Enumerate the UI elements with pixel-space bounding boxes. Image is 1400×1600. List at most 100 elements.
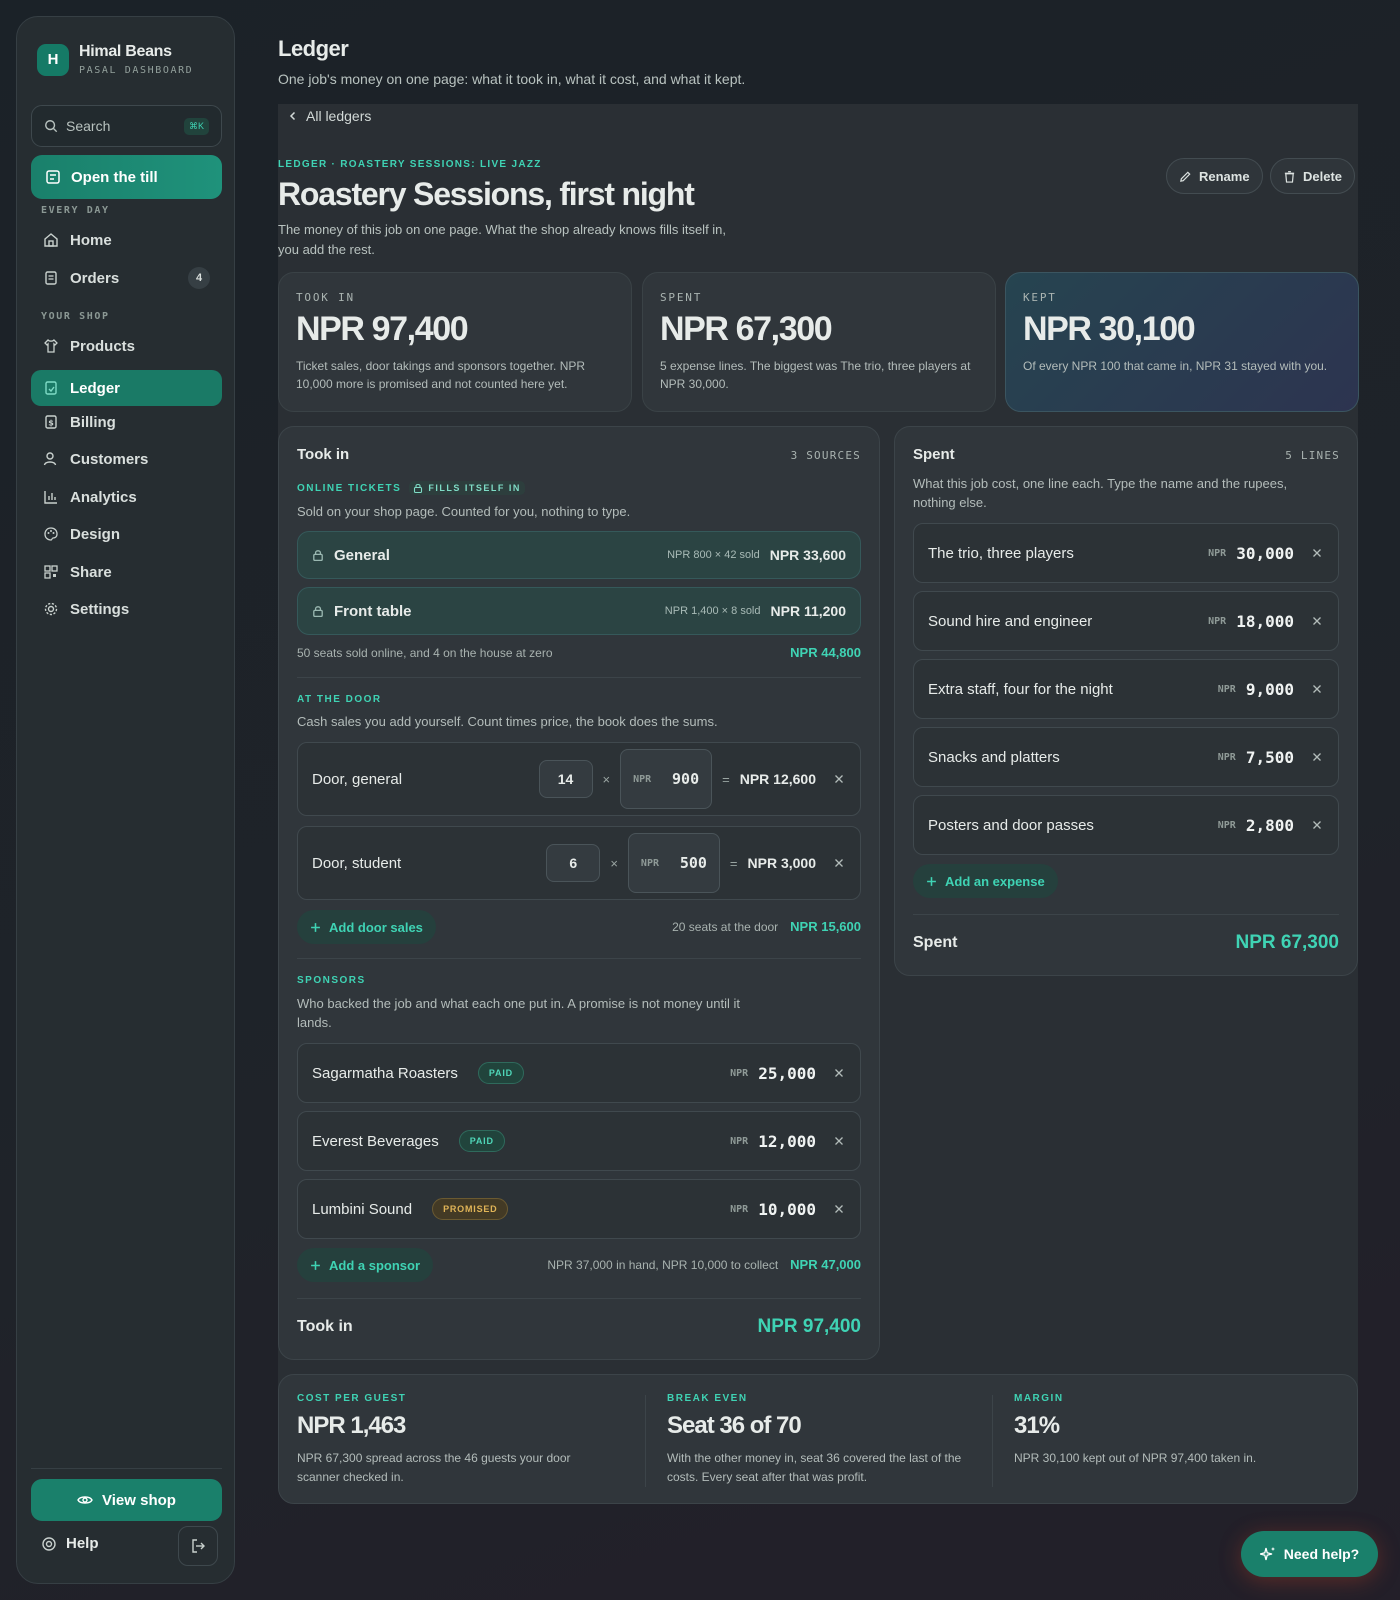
expense-row: Snacks and platters NPR 7,500	[913, 727, 1339, 787]
quantity-input[interactable]: 14	[538, 760, 593, 798]
sidebar-item-label: Orders	[70, 269, 120, 287]
price-input[interactable]: NPR 500	[627, 833, 720, 893]
brand[interactable]: H Himal Beans PASAL DASHBOARD	[37, 43, 193, 76]
sidebar-item-analytics[interactable]: Analytics	[31, 479, 222, 515]
currency-label: NPR	[1217, 683, 1236, 695]
back-link[interactable]: All ledgers	[288, 108, 371, 124]
remove-row-button[interactable]	[834, 1136, 846, 1146]
sidebar-item-products[interactable]: Products	[31, 328, 222, 364]
help-link[interactable]: Help	[41, 1535, 99, 1552]
ticket-row-front-table: Front table NPR 1,400 × 8 sold NPR 11,20…	[297, 587, 861, 635]
took-in-count: 3 SOURCES	[790, 449, 861, 462]
sponsor-name[interactable]: Lumbini Sound	[312, 1201, 412, 1218]
search-shortcut: ⌘K	[183, 117, 209, 135]
home-icon	[44, 233, 58, 247]
currency-label: NPR	[1208, 615, 1227, 627]
sponsor-amount[interactable]: 25,000	[758, 1064, 816, 1083]
add-sponsor-button[interactable]: Add a sponsor	[297, 1248, 434, 1282]
door-row-general: Door, general 14 × NPR 900 = NPR 12,600	[297, 742, 861, 816]
remove-row-button[interactable]	[1312, 820, 1324, 830]
brand-name: Himal Beans	[79, 43, 172, 60]
search-icon	[45, 120, 58, 133]
expense-amount[interactable]: 2,800	[1246, 816, 1294, 835]
quantity-input[interactable]: 6	[546, 844, 601, 882]
logout-button[interactable]	[178, 1526, 218, 1566]
open-till-button[interactable]: Open the till	[31, 155, 222, 199]
sidebar-item-settings[interactable]: Settings	[31, 591, 222, 627]
status-badge[interactable]: PAID	[477, 1062, 524, 1084]
register-icon	[46, 170, 60, 184]
status-badge[interactable]: PROMISED	[432, 1198, 509, 1220]
close-icon	[835, 775, 843, 783]
sidebar-item-billing[interactable]: $ Billing	[31, 404, 222, 440]
expense-name[interactable]: Posters and door passes	[928, 817, 1094, 834]
rename-label: Rename	[1199, 168, 1250, 184]
expense-name[interactable]: Extra staff, four for the night	[928, 681, 1113, 698]
sponsor-name[interactable]: Everest Beverages	[312, 1133, 439, 1150]
expense-row: Extra staff, four for the night NPR 9,00…	[913, 659, 1339, 719]
status-badge[interactable]: PAID	[458, 1130, 505, 1152]
rename-button[interactable]: Rename	[1166, 158, 1263, 194]
search-placeholder: Search	[66, 118, 111, 134]
ticket-calc: NPR 800 × 42 sold	[667, 549, 760, 561]
delete-button[interactable]: Delete	[1270, 158, 1356, 194]
door-row-name[interactable]: Door, student	[312, 855, 401, 872]
orders-count-badge: 4	[188, 267, 210, 289]
sidebar-item-home[interactable]: Home	[31, 222, 222, 258]
billing-icon: $	[45, 415, 57, 429]
expense-name[interactable]: Snacks and platters	[928, 749, 1060, 766]
door-row-total: NPR 12,600	[739, 771, 816, 787]
expense-amount[interactable]: 18,000	[1236, 612, 1294, 631]
close-icon	[835, 1205, 843, 1213]
add-door-sales-button[interactable]: Add door sales	[297, 910, 436, 944]
door-row-name[interactable]: Door, general	[312, 771, 402, 788]
remove-row-button[interactable]	[834, 1068, 846, 1078]
open-till-label: Open the till	[71, 168, 158, 186]
expense-name[interactable]: The trio, three players	[928, 545, 1074, 562]
equals-sign: =	[722, 771, 730, 787]
door-total: NPR 15,600	[790, 919, 861, 934]
fills-itself-tag: FILLS ITSELF IN	[409, 481, 525, 495]
stat-value: NPR 67,300	[660, 310, 833, 348]
add-expense-button[interactable]: Add an expense	[913, 864, 1058, 898]
remove-row-button[interactable]	[1312, 548, 1324, 558]
sidebar-item-label: Ledger	[70, 379, 121, 397]
remove-row-button[interactable]	[1312, 616, 1324, 626]
metric-label: BREAK EVEN	[667, 1393, 748, 1404]
expense-amount[interactable]: 30,000	[1236, 544, 1294, 563]
lock-icon	[313, 606, 323, 617]
expense-amount[interactable]: 9,000	[1246, 680, 1294, 699]
sidebar-item-ledger[interactable]: Ledger	[31, 370, 222, 406]
remove-row-button[interactable]	[1312, 684, 1324, 694]
price-input[interactable]: NPR 900	[620, 749, 713, 809]
close-icon	[1313, 617, 1321, 625]
sponsor-amount[interactable]: 12,000	[758, 1132, 816, 1151]
expense-row: The trio, three players NPR 30,000	[913, 523, 1339, 583]
ticket-name: Front table	[334, 602, 412, 620]
sidebar-item-label: Customers	[70, 450, 149, 468]
close-icon	[1313, 753, 1321, 761]
sidebar-item-design[interactable]: Design	[31, 516, 222, 552]
expense-amount[interactable]: 7,500	[1246, 748, 1294, 767]
need-help-button[interactable]: Need help?	[1241, 1531, 1378, 1577]
sponsor-amount[interactable]: 10,000	[758, 1200, 816, 1219]
remove-row-button[interactable]	[1312, 752, 1324, 762]
spent-count: 5 LINES	[1285, 449, 1340, 462]
currency-label: NPR	[1217, 751, 1236, 763]
sponsor-name[interactable]: Sagarmatha Roasters	[312, 1065, 458, 1082]
sidebar-item-orders[interactable]: Orders 4	[31, 260, 222, 296]
search-input[interactable]: Search ⌘K	[31, 105, 222, 147]
view-shop-button[interactable]: View shop	[31, 1479, 222, 1521]
remove-row-button[interactable]	[834, 774, 846, 784]
sidebar-item-label: Home	[70, 231, 112, 249]
divider	[297, 677, 861, 678]
sidebar-item-customers[interactable]: Customers	[31, 441, 222, 477]
chart-icon	[44, 491, 57, 504]
expense-name[interactable]: Sound hire and engineer	[928, 613, 1092, 630]
palette-icon	[44, 527, 58, 541]
sparkle-icon	[1259, 1547, 1275, 1561]
remove-row-button[interactable]	[834, 1204, 846, 1214]
remove-row-button[interactable]	[834, 858, 846, 868]
sidebar-item-share[interactable]: Share	[31, 554, 222, 590]
metric-separator	[992, 1395, 993, 1487]
